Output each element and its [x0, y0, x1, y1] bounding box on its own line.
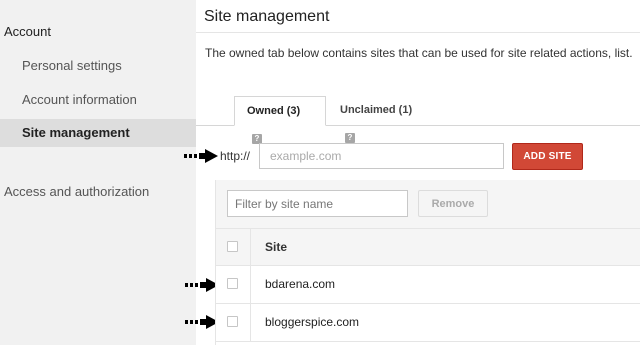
row-checkbox[interactable] — [227, 278, 238, 289]
site-table: Remove Site bdarena.com bloggerspice.com — [215, 180, 640, 345]
checkbox-cell — [216, 304, 251, 341]
site-name[interactable]: bdarena.com — [265, 277, 335, 291]
column-header-site[interactable]: Site — [265, 240, 287, 254]
tab-unclaimed[interactable]: Unclaimed (1)? — [328, 96, 438, 143]
remove-button[interactable]: Remove — [418, 190, 488, 217]
add-site-button[interactable]: ADD SITE — [512, 143, 583, 170]
http-prefix-label: http:// — [220, 149, 251, 163]
sidebar-item-label: Site management — [22, 125, 130, 140]
table-row[interactable]: bloggerspice.com — [216, 304, 640, 342]
filter-input[interactable] — [227, 190, 408, 217]
arrow-pointer-icon — [185, 315, 219, 329]
site-name[interactable]: bloggerspice.com — [265, 315, 359, 329]
sidebar-item-access-authorization[interactable]: Access and authorization — [4, 184, 149, 199]
page-title: Site management — [204, 8, 330, 25]
help-icon[interactable]: ? — [345, 133, 355, 143]
page-description: The owned tab below contains sites that … — [205, 46, 633, 60]
tab-owned[interactable]: Owned (3)? — [234, 96, 326, 144]
checkbox-cell — [216, 266, 251, 303]
table-row[interactable]: bdarena.com — [216, 266, 640, 304]
arrow-pointer-icon — [184, 149, 218, 163]
sidebar-item-personal-settings[interactable]: Personal settings — [22, 58, 122, 73]
arrow-pointer-icon — [185, 278, 219, 292]
filter-bar: Remove — [216, 180, 640, 229]
sidebar-item-site-management[interactable]: Site management — [0, 119, 196, 147]
table-header: Site — [216, 229, 640, 266]
sidebar-item-account-information[interactable]: Account information — [22, 92, 137, 107]
sidebar-heading-account: Account — [4, 24, 51, 39]
site-url-input[interactable] — [259, 143, 504, 169]
sidebar: Account Personal settings Account inform… — [0, 0, 196, 345]
tab-unclaimed-label: Unclaimed (1) — [340, 104, 413, 116]
checkbox-cell — [216, 229, 251, 265]
row-checkbox[interactable] — [227, 316, 238, 327]
select-all-checkbox[interactable] — [227, 241, 238, 252]
title-bar: Site management — [196, 0, 640, 33]
tab-owned-label: Owned (3) — [247, 105, 301, 117]
